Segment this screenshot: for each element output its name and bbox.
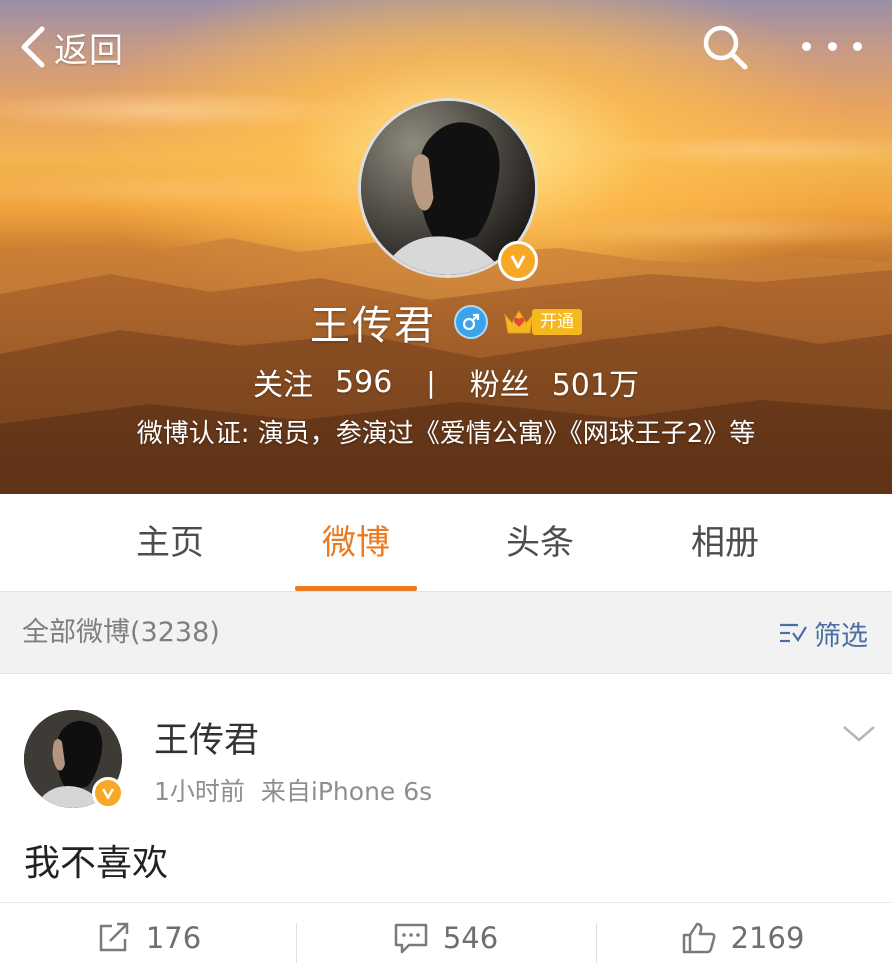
like-button[interactable]: 2169: [594, 903, 891, 972]
profile-tabs: 主页 微博 头条 相册: [0, 494, 892, 592]
repost-count: 176: [145, 921, 202, 955]
post-author[interactable]: 王传君: [154, 712, 259, 763]
more-icon: [853, 41, 862, 51]
tab-home[interactable]: 主页: [100, 494, 240, 592]
chevron-down-icon: [843, 726, 875, 742]
repost-button[interactable]: 176: [0, 903, 297, 972]
filter-bar: 全部微博(3238) 筛选: [0, 593, 892, 673]
all-posts-count: 全部微博(3238): [22, 617, 220, 648]
comment-button[interactable]: 546: [297, 903, 594, 972]
search-icon: [703, 25, 748, 70]
followers-label: 粉丝: [469, 368, 530, 403]
tab-weibo[interactable]: 微博: [286, 494, 426, 592]
post-menu-button[interactable]: [838, 718, 880, 748]
followers-count: 501万: [551, 368, 639, 403]
vip-label: 开通: [532, 309, 582, 335]
chevron-left-icon: [21, 26, 45, 68]
tab-album[interactable]: 相册: [655, 494, 795, 592]
post-source: 来自iPhone 6s: [260, 777, 433, 806]
profile-name-row: 王传君 开通: [0, 294, 892, 350]
following-label: 关注: [253, 368, 314, 403]
following-stat[interactable]: 关注 596: [253, 360, 392, 404]
active-tab-indicator: [295, 586, 417, 591]
post-meta: 1小时前 来自iPhone 6s: [154, 772, 432, 808]
vip-badge[interactable]: 开通: [502, 306, 582, 338]
more-button[interactable]: [802, 28, 862, 64]
comment-count: 546: [442, 921, 499, 955]
verified-icon: [92, 777, 124, 809]
profile-name: 王传君: [310, 303, 436, 349]
repost-icon: [99, 922, 129, 952]
post-actions: 176 546 2169: [0, 902, 892, 972]
profile-stats: 关注 596 | 粉丝 501万: [0, 360, 892, 404]
filter-icon: [780, 623, 807, 643]
post-text: 我不喜欢: [24, 843, 169, 884]
following-count: 596: [335, 364, 393, 400]
verified-icon: [498, 241, 538, 281]
post-time: 1小时前: [154, 777, 245, 806]
more-icon: [802, 41, 811, 51]
followers-stat[interactable]: 粉丝 501万: [470, 360, 639, 404]
stat-divider: |: [426, 365, 436, 399]
filter-button[interactable]: 筛选: [778, 593, 868, 673]
male-icon: [454, 305, 488, 339]
comment-icon: [394, 923, 428, 954]
post-card[interactable]: 王传君 1小时前 来自iPhone 6s 我不喜欢: [0, 673, 892, 902]
filter-label: 筛选: [814, 620, 868, 652]
top-bar: 返回: [0, 0, 892, 92]
crown-icon: [504, 310, 534, 334]
verification-text: 微博认证: 演员，参演过《爱情公寓》《网球王子2》等: [136, 419, 756, 449]
more-icon: [827, 41, 837, 51]
tab-headlines[interactable]: 头条: [470, 494, 610, 592]
back-label: 返回: [54, 30, 124, 71]
like-icon: [682, 922, 716, 954]
back-button[interactable]: 返回: [18, 22, 124, 72]
like-count: 2169: [730, 921, 805, 955]
search-button[interactable]: [700, 22, 750, 72]
